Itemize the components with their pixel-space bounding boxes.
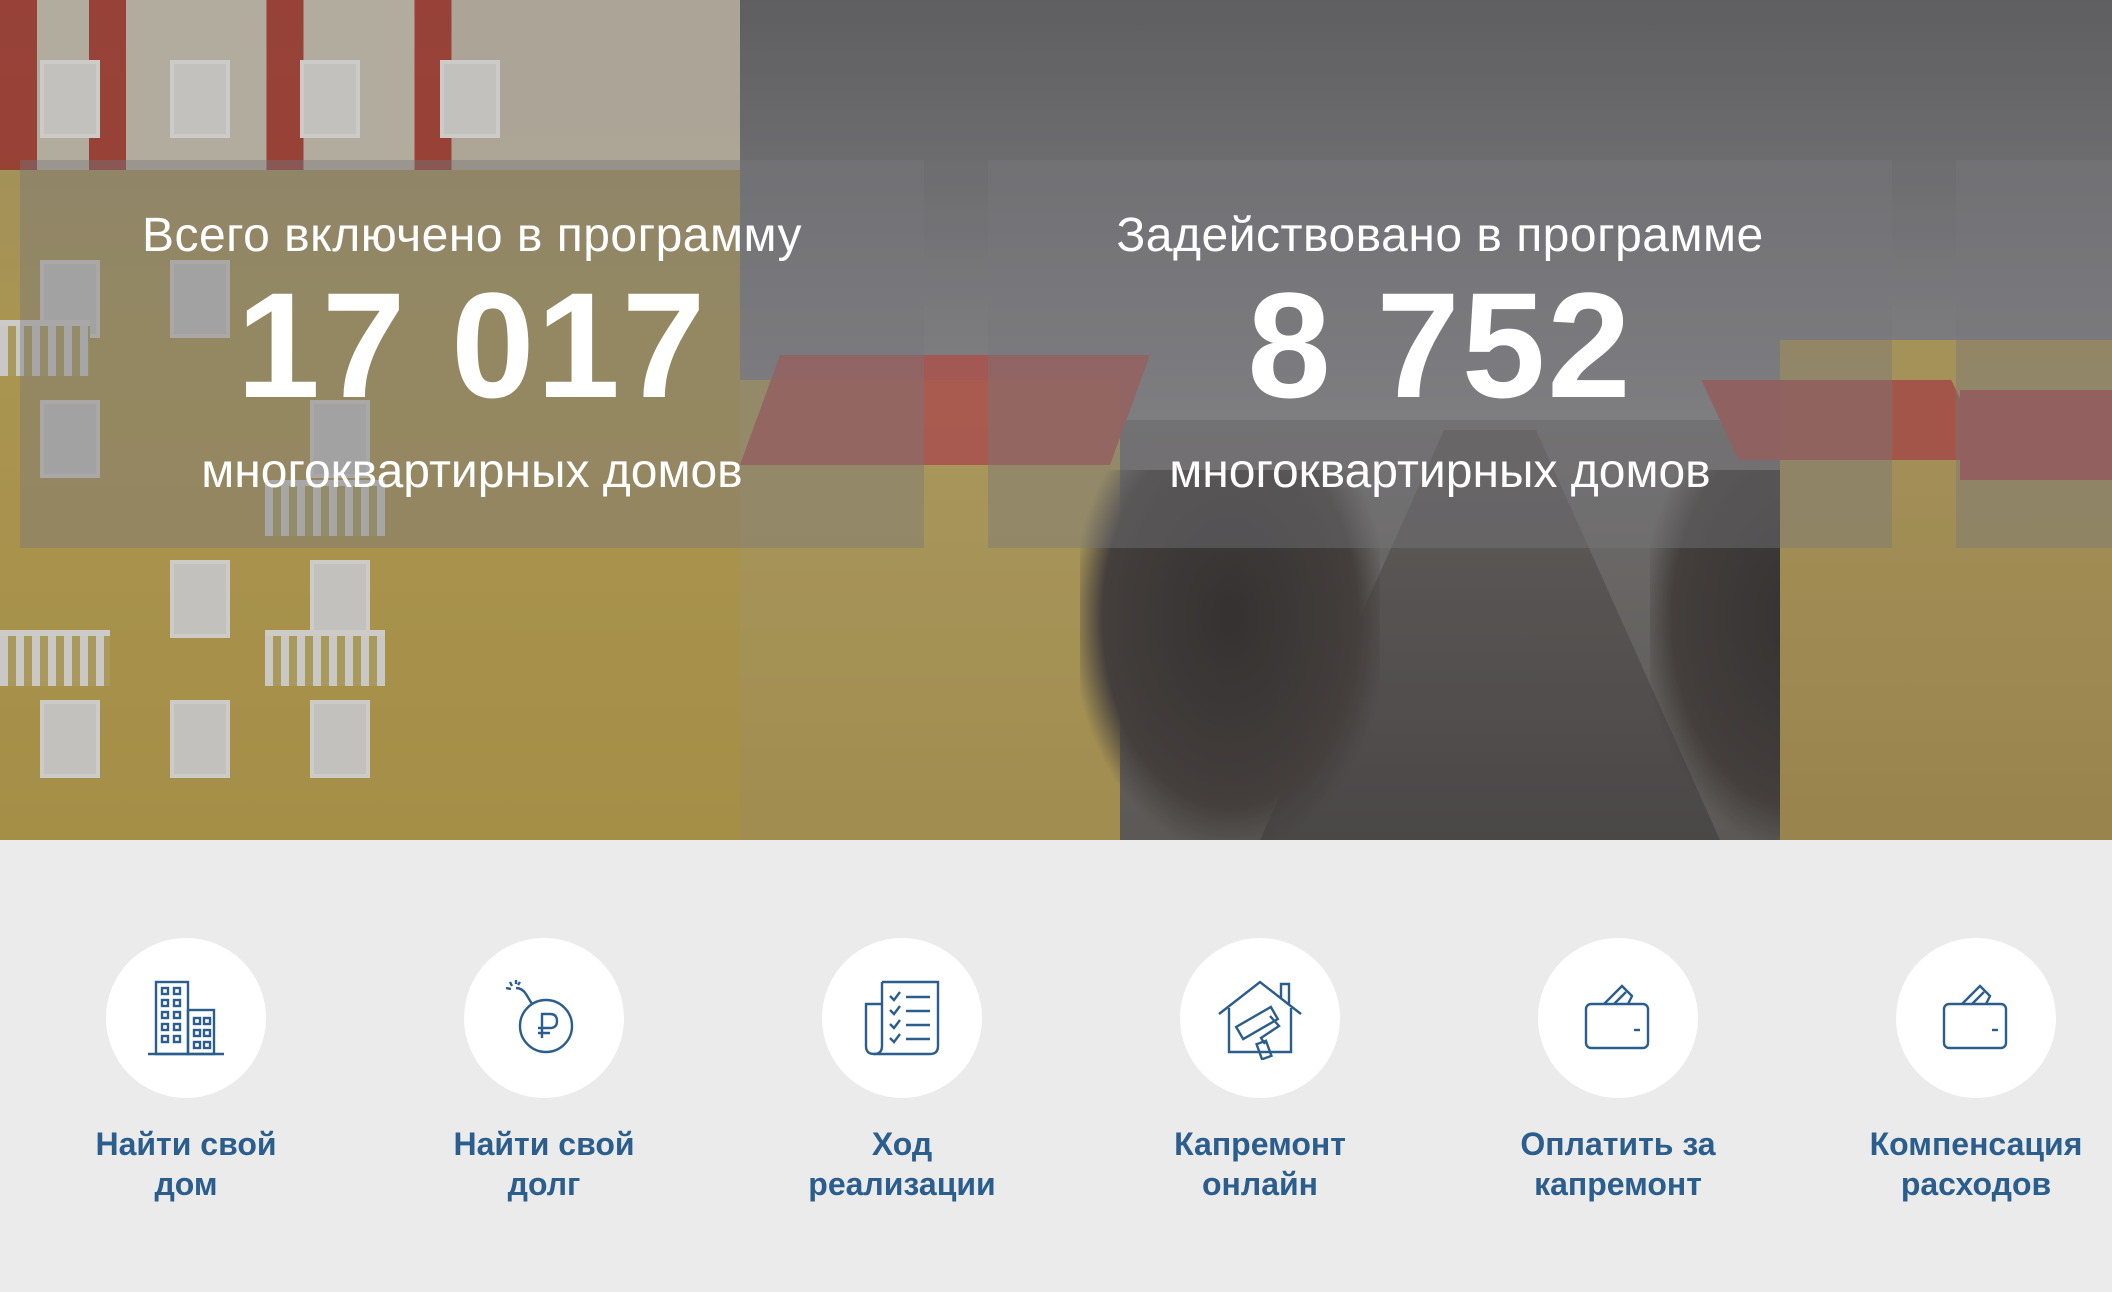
stat-unit: многоквартирных домов — [1169, 445, 1711, 498]
nav-compensation[interactable]: Компенсация расходов — [1826, 938, 2112, 1204]
stat-label: Всего включено в программу — [141, 209, 803, 262]
nav-online-repair[interactable]: Капремонт онлайн — [1110, 938, 1410, 1204]
nav-pay-repair[interactable]: Оплатить за капремонт — [1468, 938, 1768, 1204]
nav-icon-circle — [106, 938, 266, 1098]
stat-value: 17 017 — [236, 261, 708, 429]
nav-icon-circle — [1538, 938, 1698, 1098]
nav-label: Ход реализации — [808, 1126, 996, 1202]
nav-label: Капремонт онлайн — [1174, 1126, 1346, 1202]
checklist-icon — [860, 976, 944, 1060]
nav-icon-circle — [464, 938, 624, 1098]
nav-find-debt[interactable]: Найти свой долг — [394, 938, 694, 1204]
hero-banner: Всего включено в программу 17 017 многок… — [0, 0, 2112, 840]
nav-icon-circle — [822, 938, 982, 1098]
nav-label: Компенсация расходов — [1869, 1126, 2083, 1202]
quick-links: Найти свой дом Найти свой долг Ход реали… — [0, 840, 2112, 1292]
house-paint-roller-icon — [1215, 976, 1305, 1060]
wallet-card-icon — [1576, 976, 1660, 1060]
nav-label: Найти свой долг — [453, 1126, 635, 1202]
nav-label: Оплатить за капремонт — [1520, 1126, 1716, 1202]
wallet-icon — [1934, 976, 2018, 1060]
stat-unit: многоквартирных домов — [201, 445, 743, 498]
nav-label: Найти свой дом — [95, 1126, 277, 1202]
building-icon — [144, 976, 228, 1060]
stat-value: 8 752 — [1247, 261, 1633, 429]
nav-icon-circle — [1896, 938, 2056, 1098]
bomb-ruble-icon — [502, 976, 586, 1060]
stat-card-next-partial — [1956, 160, 2112, 548]
nav-progress[interactable]: Ход реализации — [752, 938, 1052, 1204]
stat-card-total: Всего включено в программу 17 017 многок… — [20, 160, 924, 548]
stat-label: Задействовано в программе — [1116, 209, 1764, 262]
nav-find-house[interactable]: Найти свой дом — [36, 938, 336, 1204]
nav-icon-circle — [1180, 938, 1340, 1098]
stat-card-involved: Задействовано в программе 8 752 многоква… — [988, 160, 1892, 548]
